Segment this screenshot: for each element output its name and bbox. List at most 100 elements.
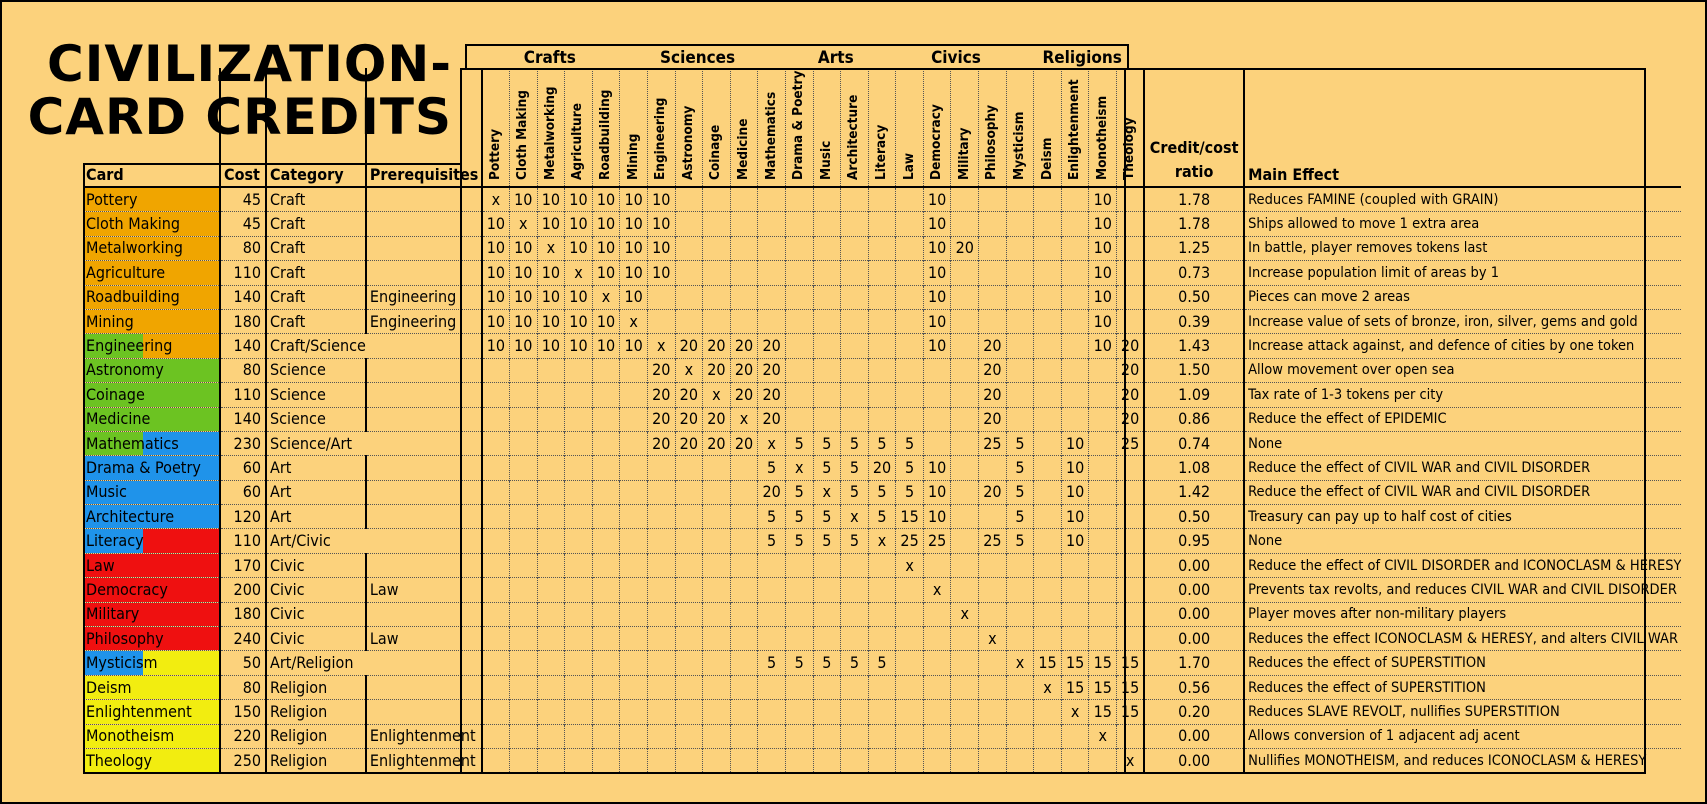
credit-cell: 20 [646,406,676,432]
credit-column-label: Democracy [928,104,945,180]
credit-cell [840,357,869,383]
credit-cell [729,308,758,334]
credit-cell [1060,577,1089,603]
credit-cell [978,723,1007,749]
credit-cell [1033,723,1062,749]
credit-cell [674,674,703,700]
credit-cell [978,577,1007,603]
credit-cell: 10 [1060,504,1089,529]
credit-cell [1005,626,1034,651]
main-effect-cell: Reduces the effect of SUPERSTITION [1243,650,1682,676]
main-effect-cell: Reduces FAMINE (coupled with GRAIN) [1243,186,1682,212]
credit-cell [564,747,593,773]
credit-column-header: Architecture [840,68,869,187]
credit-cell [1033,552,1062,578]
credit-cell: 10 [1088,284,1117,310]
category-cell: Craft [265,308,366,334]
credit-cell: 5 [757,528,786,554]
group-header-arts: Arts [817,48,854,68]
credit-cost-ratio-cell: 1.43 [1143,333,1245,359]
table-row: Metalworking 80 Craft 10 10 x 10 10 10 10 10 20 10 1.… [83,235,1682,261]
credit-cell [702,626,731,651]
credit-cell [619,723,648,749]
category-cell: Craft [265,260,366,286]
credit-cell: 20 [729,357,758,383]
credit-cell [591,382,620,408]
credit-cell [867,235,896,261]
credit-cell [564,650,593,676]
credit-column-label: Pottery [486,128,503,180]
credit-cell [1060,601,1089,627]
credit-cell: 10 [480,235,510,261]
card-name-cell: Cloth Making [83,211,220,237]
credit-cell: 10 [508,284,538,310]
credit-cell: 10 [564,333,593,359]
credit-cell [674,479,703,505]
credit-cell [564,723,593,749]
credit-cell: x [812,479,841,505]
credit-cell [757,186,786,212]
table-row: Drama & Poetry 60 Art 5 x 5 5 20 5 10 5 10 1.08 Reduc… [83,455,1682,481]
credit-cell [950,699,979,725]
cost-cell: 230 [219,430,266,456]
cost-cell: 170 [219,552,266,578]
credit-cell [757,260,786,286]
group-header-sciences: Sciences [660,48,736,68]
credit-cell [812,577,841,603]
category-cell: Religion [265,699,366,725]
card-name-cell: Philosophy [83,626,220,651]
credit-cell: 10 [646,186,676,212]
credit-cell: x [784,455,813,481]
credit-cell [1060,747,1089,773]
credit-cell [1060,333,1089,359]
credit-cell: 20 [950,235,979,261]
credit-cell [564,479,593,505]
credit-cell: 10 [480,284,510,310]
credit-cell [812,406,841,432]
credit-cell [978,674,1007,700]
credit-cell: x [480,186,510,212]
column-header-category: Category [265,68,366,187]
credit-cell [1033,357,1062,383]
credit-cell: 5 [1005,504,1034,529]
credit-cell: 20 [646,382,676,408]
credit-cell [480,528,510,554]
credit-cell [1033,747,1062,773]
credit-cell [591,699,620,725]
credit-cell [646,284,676,310]
credit-column-header: Roadbuilding [591,68,620,187]
cost-cell: 80 [219,235,266,261]
prerequisites-cell [364,382,482,408]
credit-cell [867,186,896,212]
credit-cell [702,723,731,749]
column-header-cost: Cost [219,68,266,187]
credit-cell [812,626,841,651]
credit-cell [1033,504,1062,529]
credit-cost-ratio-cell: 0.20 [1143,699,1245,725]
credit-cell [757,723,786,749]
credit-cell [757,674,786,700]
credit-cell [619,552,648,578]
credit-cell [674,235,703,261]
credit-cell [536,479,565,505]
credit-cell [840,406,869,432]
prerequisites-cell: Enlightenment [364,723,482,749]
credit-column-label: Engineering [652,97,669,180]
credit-cell: x [895,552,924,578]
credit-cell: 10 [922,211,951,237]
category-cell: Science [265,406,366,432]
credit-cell [812,333,841,359]
credit-cell [1033,235,1062,261]
credit-cell: 20 [757,357,786,383]
credit-cost-ratio-cell: 0.50 [1143,284,1245,310]
credit-cell [867,674,896,700]
credit-cell: 20 [1116,382,1145,408]
credit-cell: 20 [1116,406,1145,432]
credit-cell: x [978,626,1007,651]
cost-cell: 150 [219,699,266,725]
credit-cell [564,455,593,481]
credit-cell [922,382,951,408]
credit-cell: x [867,528,896,554]
credit-cell [1060,284,1089,310]
credit-cell [922,357,951,383]
